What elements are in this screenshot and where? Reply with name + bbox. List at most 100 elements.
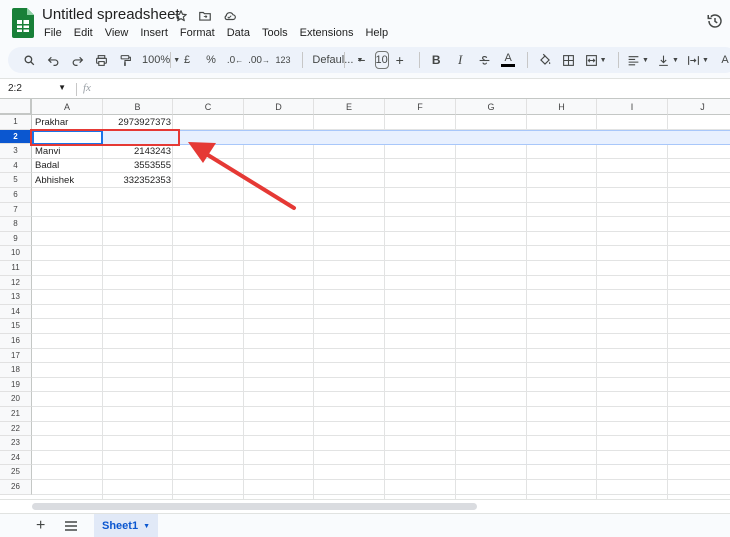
row-header-11[interactable]: 11 <box>0 261 32 276</box>
italic-button[interactable]: I <box>449 49 471 71</box>
title-bar: Untitled spreadsheet File Edit View Inse… <box>0 0 730 44</box>
row-header-20[interactable]: 20 <box>0 392 32 407</box>
zoom-select[interactable]: 100% ▼ <box>138 49 180 71</box>
row-header-24[interactable]: 24 <box>0 450 32 466</box>
row-header-7[interactable]: 7 <box>0 202 32 218</box>
strikethrough-icon[interactable] <box>473 49 495 71</box>
borders-icon[interactable] <box>558 49 580 71</box>
zoom-value: 100% <box>142 54 171 66</box>
decrease-font-size-button[interactable]: − <box>351 49 373 71</box>
percent-format-button[interactable]: % <box>200 49 222 71</box>
cell-b5[interactable]: 332352353 <box>104 174 171 188</box>
sheets-logo-icon[interactable] <box>12 8 34 38</box>
column-header-d[interactable]: D <box>244 99 314 115</box>
currency-format-button[interactable]: £ <box>176 49 198 71</box>
row-header-10[interactable]: 10 <box>0 246 32 261</box>
column-header-e[interactable]: E <box>314 99 385 115</box>
cell-b4[interactable]: 3553555 <box>104 159 171 173</box>
column-header-j[interactable]: J <box>668 99 730 115</box>
row-header-21[interactable]: 21 <box>0 407 32 422</box>
decrease-decimal-button[interactable]: .0 ← <box>224 49 246 71</box>
sheet-tab-sheet1[interactable]: Sheet1 ▼ <box>94 514 158 537</box>
all-sheets-icon[interactable] <box>64 520 78 532</box>
gridline-horizontal <box>32 347 730 349</box>
menu-format[interactable]: Format <box>174 26 221 40</box>
menu-help[interactable]: Help <box>359 26 394 40</box>
increase-decimal-button[interactable]: .00 → <box>248 49 270 71</box>
number-format-button[interactable]: 123 <box>272 49 294 71</box>
column-header-c[interactable]: C <box>173 99 244 115</box>
menu-insert[interactable]: Insert <box>134 26 174 40</box>
row-header-1[interactable]: 1 <box>0 115 32 130</box>
gridline-horizontal <box>32 245 730 247</box>
column-header-h[interactable]: H <box>527 99 597 115</box>
cloud-status-icon[interactable] <box>220 7 238 25</box>
horizontal-align-icon[interactable]: ▼ <box>624 49 652 71</box>
row-header-2[interactable]: 2 <box>0 129 32 145</box>
row-header-17[interactable]: 17 <box>0 348 32 364</box>
row-header-8[interactable]: 8 <box>0 217 32 232</box>
redo-icon[interactable] <box>66 49 88 71</box>
cell-a1[interactable]: Prakhar <box>35 116 68 130</box>
row-header-18[interactable]: 18 <box>0 363 32 378</box>
gridline-horizontal <box>32 289 730 291</box>
row-header-15[interactable]: 15 <box>0 319 32 334</box>
column-header-a[interactable]: A <box>32 99 103 115</box>
horizontal-scrollbar[interactable] <box>32 503 477 510</box>
menu-file[interactable]: File <box>38 26 68 40</box>
menu-extensions[interactable]: Extensions <box>294 26 360 40</box>
column-header-f[interactable]: F <box>385 99 456 115</box>
cell-a3[interactable]: Manvi <box>35 145 60 159</box>
row-header-26[interactable]: 26 <box>0 480 32 495</box>
column-header-b[interactable]: B <box>103 99 173 115</box>
row-header-13[interactable]: 13 <box>0 290 32 305</box>
merge-cells-icon[interactable]: ▼ <box>582 49 610 71</box>
move-folder-icon[interactable] <box>196 7 214 25</box>
row-header-12[interactable]: 12 <box>0 275 32 291</box>
gridline-horizontal <box>32 464 730 466</box>
row-header-16[interactable]: 16 <box>0 334 32 349</box>
undo-icon[interactable] <box>42 49 64 71</box>
version-history-icon[interactable] <box>706 12 724 30</box>
column-header-i[interactable]: I <box>597 99 668 115</box>
font-select[interactable]: Defaul... ▼ <box>308 49 363 71</box>
menu-tools[interactable]: Tools <box>256 26 294 40</box>
document-title[interactable]: Untitled spreadsheet <box>42 6 180 23</box>
cell-b3[interactable]: 2143243 <box>104 145 171 159</box>
vertical-align-icon[interactable]: ▼ <box>654 49 682 71</box>
print-icon[interactable] <box>90 49 112 71</box>
menu-data[interactable]: Data <box>221 26 256 40</box>
search-menus-icon[interactable] <box>18 49 40 71</box>
add-sheet-button[interactable]: + <box>36 517 45 535</box>
text-rotation-button[interactable]: A <box>714 49 730 71</box>
bold-button[interactable]: B <box>425 49 447 71</box>
paint-format-icon[interactable] <box>114 49 136 71</box>
row-header-6[interactable]: 6 <box>0 188 32 203</box>
chevron-down-icon: ▼ <box>702 56 709 64</box>
row-header-9[interactable]: 9 <box>0 231 32 247</box>
menu-edit[interactable]: Edit <box>68 26 99 40</box>
row-header-25[interactable]: 25 <box>0 465 32 480</box>
increase-font-size-button[interactable]: + <box>389 49 411 71</box>
row-header-4[interactable]: 4 <box>0 158 32 174</box>
column-header-g[interactable]: G <box>456 99 527 115</box>
text-color-button[interactable]: A <box>497 49 519 71</box>
row-header-5[interactable]: 5 <box>0 173 32 188</box>
name-box[interactable]: 2:2 ▼ <box>8 83 68 94</box>
row-header-3[interactable]: 3 <box>0 144 32 159</box>
text-rotation-letter: A <box>721 54 729 66</box>
cell-a5[interactable]: Abhishek <box>35 174 74 188</box>
row-header-19[interactable]: 19 <box>0 377 32 393</box>
spreadsheet-grid[interactable]: A B C D E F G H I J 1 2 3 4 5 6 7 8 9 10 11 12 13 14 15 16 17 18 19 2… <box>0 99 730 499</box>
row-header-23[interactable]: 23 <box>0 436 32 451</box>
text-wrapping-icon[interactable]: ▼ <box>684 49 712 71</box>
cell-a4[interactable]: Badal <box>35 159 59 173</box>
fill-color-icon[interactable] <box>534 49 556 71</box>
cell-b1[interactable]: 2973927373 <box>104 116 171 130</box>
row-header-14[interactable]: 14 <box>0 304 32 320</box>
select-all-corner[interactable] <box>0 99 32 115</box>
star-icon[interactable] <box>172 7 190 25</box>
font-size-input[interactable]: 10 <box>374 51 389 69</box>
menu-view[interactable]: View <box>99 26 135 40</box>
row-header-22[interactable]: 22 <box>0 421 32 437</box>
